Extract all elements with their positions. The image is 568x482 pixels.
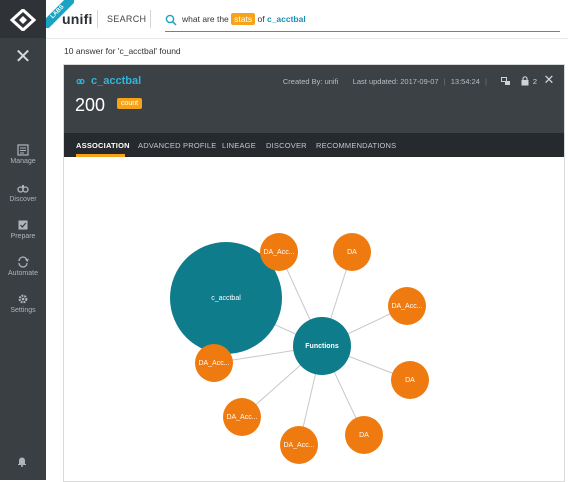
tab-advanced-profile[interactable]: ADVANCED PROFILE — [138, 141, 217, 150]
tab-bar: ASSOCIATION ADVANCED PROFILE LINEAGE DIS… — [64, 133, 564, 157]
sidebar-item-label: Manage — [10, 158, 36, 165]
tab-lineage[interactable]: LINEAGE — [222, 141, 256, 150]
node-label: Functions — [305, 343, 339, 350]
sidebar-item-prepare[interactable]: Prepare — [0, 219, 46, 240]
tab-discover[interactable]: DISCOVER — [266, 141, 307, 150]
automate-icon — [18, 256, 29, 268]
updated-time: 13:54:24 — [450, 77, 480, 86]
node-label: DA_Acc... — [226, 414, 257, 421]
node-label: DA_Acc... — [263, 249, 294, 256]
graph-node-center[interactable]: Functions — [293, 317, 351, 375]
answer-card: c_acctbal 200 count Created By: unifi La… — [63, 64, 565, 482]
search-nav-label[interactable]: SEARCH — [107, 14, 146, 24]
query-keyword-badge: stats — [231, 13, 256, 25]
sidebar-item-discover[interactable]: Discover — [0, 182, 46, 203]
left-rail: ✕ Manage Discover Prepare Automate Setti… — [0, 0, 46, 480]
metric-value: 200 — [75, 95, 106, 115]
entity-title[interactable]: c_acctbal — [91, 75, 141, 87]
last-updated: Last updated: 2017-09-07 — [352, 77, 439, 86]
app-logo-icon[interactable] — [10, 9, 36, 31]
query-token: c_acctbal — [266, 14, 306, 24]
sidebar-item-label: Discover — [9, 196, 37, 203]
node-label: DA — [347, 249, 357, 256]
card-meta: Created By: unifi Last updated: 2017-09-… — [282, 77, 487, 86]
graph-canvas: c_acctbal DA_Acc... DA DA_Acc... DA DA D… — [170, 233, 429, 464]
share-icon[interactable] — [501, 77, 511, 86]
sidebar-item-automate[interactable]: Automate — [0, 256, 46, 277]
association-graph: c_acctbal DA_Acc... DA DA_Acc... DA DA D… — [64, 157, 564, 481]
graph-node[interactable]: DA_Acc... — [388, 287, 426, 325]
node-label: DA_Acc... — [391, 303, 422, 310]
results-count: 10 answer for 'c_acctbal' found — [64, 46, 181, 56]
sidebar-item-label: Settings — [10, 307, 36, 314]
tab-association[interactable]: ASSOCIATION — [76, 141, 130, 150]
brand-name[interactable]: unifi — [62, 11, 93, 27]
graph-node[interactable]: DA — [391, 361, 429, 399]
graph-node[interactable]: DA_Acc... — [195, 344, 233, 382]
graph-node[interactable]: DA — [333, 233, 371, 271]
search-icon — [165, 14, 177, 26]
close-card-icon[interactable]: ✕ — [542, 73, 556, 87]
sidebar-item-manage[interactable]: Manage — [0, 144, 46, 165]
prepare-icon — [18, 220, 28, 230]
search-query: what are the stats of c_acctbal — [182, 13, 306, 25]
lock-count: 2 — [532, 77, 537, 86]
sidebar-item-settings[interactable]: Settings — [0, 293, 46, 314]
graph-node[interactable]: DA_Acc... — [223, 398, 261, 436]
gear-icon — [18, 294, 28, 304]
node-label: DA — [359, 432, 369, 439]
node-label: DA_Acc... — [198, 360, 229, 367]
bell-icon[interactable] — [16, 455, 28, 467]
divider — [97, 10, 98, 28]
sidebar-item-label: Automate — [8, 270, 38, 277]
graph-node[interactable]: DA_Acc... — [280, 426, 318, 464]
manage-icon — [17, 144, 29, 156]
node-label: c_acctbal — [211, 295, 241, 302]
graph-node[interactable]: DA — [345, 416, 383, 454]
binoculars-icon — [17, 185, 29, 193]
node-label: DA_Acc... — [283, 442, 314, 449]
search-input[interactable]: what are the stats of c_acctbal — [165, 11, 560, 32]
sidebar-item-label: Prepare — [10, 233, 36, 240]
created-by: Created By: unifi — [282, 77, 339, 86]
close-icon[interactable]: ✕ — [12, 46, 34, 68]
tab-recommendations[interactable]: RECOMMENDATIONS — [316, 141, 396, 150]
graph-node[interactable]: DA_Acc... — [260, 233, 298, 271]
node-label: DA — [405, 377, 415, 384]
lock-icon[interactable] — [521, 76, 529, 86]
link-icon — [76, 78, 85, 85]
divider — [150, 10, 151, 28]
metric-badge: count — [117, 98, 143, 109]
card-header: c_acctbal 200 count Created By: unifi La… — [64, 65, 564, 133]
